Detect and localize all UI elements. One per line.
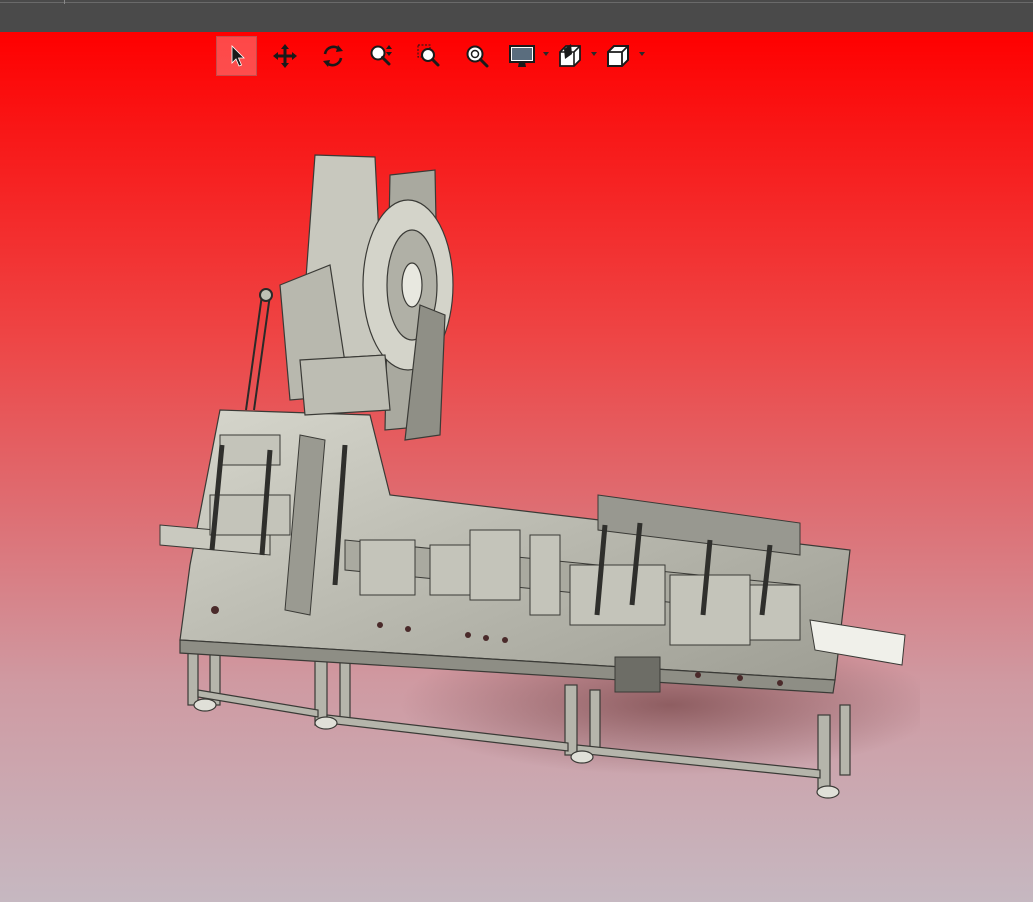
section-view-menu-button[interactable] (553, 36, 597, 76)
zoom-updown-icon (370, 45, 392, 66)
zoom-fit-icon (466, 45, 489, 68)
zoom-in-out-tool-button[interactable] (361, 36, 401, 76)
press-unit (279, 154, 454, 441)
chevron-down-icon[interactable] (639, 52, 645, 56)
assembly-machine-3d-model[interactable] (150, 145, 920, 810)
monitor-icon (509, 45, 535, 67)
zoom-fit-tool-button[interactable] (457, 36, 497, 76)
cube-icon (607, 45, 629, 67)
heads-up-view-toolbar (216, 36, 649, 76)
display-style-menu-button[interactable] (505, 36, 549, 76)
title-bar-divider (0, 2, 1033, 3)
title-bar-tick (64, 0, 65, 4)
zoom-area-tool-button[interactable] (409, 36, 449, 76)
pan-tool-button[interactable] (265, 36, 305, 76)
zoom-area-icon (417, 44, 440, 67)
rotate-tool-button[interactable] (313, 36, 353, 76)
rotate-icon (323, 45, 343, 67)
select-tool-button[interactable] (216, 36, 257, 76)
view-orientation-menu-button[interactable] (601, 36, 645, 76)
chevron-down-icon[interactable] (591, 52, 597, 56)
arrow-pointer-icon (231, 45, 245, 67)
section-cube-icon (559, 44, 581, 67)
app-title-bar (0, 0, 1033, 32)
drive-belt (245, 288, 273, 411)
move-arrows-icon (273, 44, 297, 68)
chevron-down-icon[interactable] (543, 52, 549, 56)
